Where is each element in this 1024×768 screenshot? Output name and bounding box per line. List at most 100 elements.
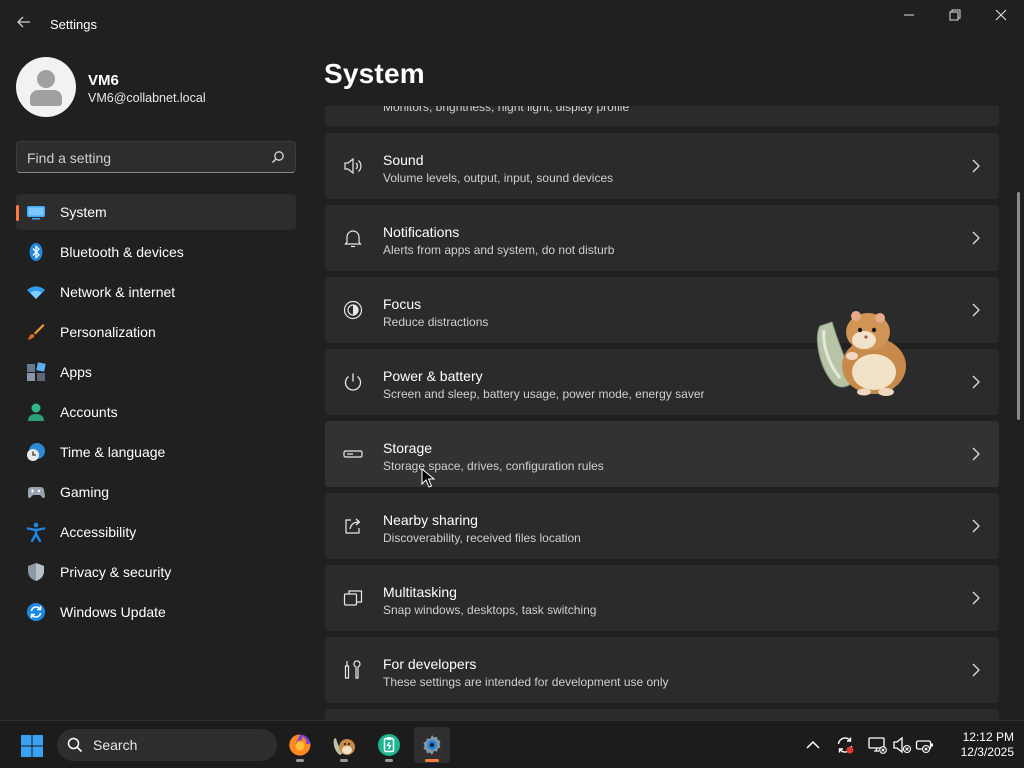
share-icon	[345, 518, 361, 534]
sidebar-item-gaming[interactable]: Gaming	[16, 474, 296, 510]
sidebar-item-label: Windows Update	[60, 604, 166, 620]
card-subtitle: Storage space, drives, configuration rul…	[383, 459, 604, 473]
card-subtitle: Monitors, brightness, night light, displ…	[383, 106, 630, 114]
storage-icon	[343, 450, 363, 458]
card-title: Power & battery	[383, 368, 483, 384]
taskbar-search-label: Search	[93, 737, 138, 753]
brush-icon	[28, 324, 45, 340]
card-subtitle: These settings are intended for developm…	[383, 675, 669, 689]
time-language-icon	[27, 443, 45, 461]
windows-start-icon[interactable]	[20, 734, 44, 758]
sidebar-item-apps[interactable]: Apps	[16, 354, 296, 390]
settings-card-nearby-sharing[interactable]: Nearby sharing Discoverability, received…	[325, 493, 999, 559]
settings-card-notifications[interactable]: Notifications Alerts from apps and syste…	[325, 205, 999, 271]
settings-card-for-developers[interactable]: For developers These settings are intend…	[325, 637, 999, 703]
back-arrow-icon[interactable]	[14, 14, 34, 34]
title-bar: Settings	[0, 0, 1024, 48]
firefox-icon	[289, 734, 311, 756]
sidebar-item-label: Privacy & security	[60, 564, 172, 580]
card-title: Notifications	[383, 224, 460, 240]
sidebar-item-accessibility[interactable]: Accessibility	[16, 514, 296, 550]
sidebar-item-time-language[interactable]: Time & language	[16, 434, 296, 470]
network-disconnected-icon[interactable]	[867, 735, 887, 755]
taskbar-app-clipboard[interactable]	[371, 727, 407, 763]
sidebar-item-label: Bluetooth & devices	[60, 244, 184, 260]
sidebar-item-network[interactable]: Network & internet	[16, 274, 296, 310]
card-title: Sound	[383, 152, 424, 168]
chevron-right-icon	[972, 159, 980, 173]
clock-time: 12:12 PM	[962, 730, 1014, 744]
bell-icon	[344, 230, 362, 248]
sidebar-item-label: Network & internet	[60, 284, 176, 300]
sidebar-item-label: Time & language	[60, 444, 166, 460]
active-indicator	[16, 205, 19, 221]
settings-card-list: Monitors, brightness, night light, displ…	[325, 106, 999, 720]
avatar-body	[30, 90, 62, 106]
taskbar: Search 12:12 PM 12/3/2025	[0, 720, 1024, 768]
account-icon	[28, 403, 44, 421]
developer-tools-icon	[344, 660, 361, 679]
chevron-right-icon	[972, 663, 980, 677]
user-email: VM6@collabnet.local	[88, 91, 206, 105]
settings-search-input[interactable]: Find a setting	[16, 141, 296, 173]
minimize-icon[interactable]	[886, 4, 932, 28]
chevron-right-icon	[972, 591, 980, 605]
update-icon	[27, 603, 45, 621]
close-icon[interactable]	[978, 4, 1024, 28]
restore-icon[interactable]	[932, 4, 978, 28]
volume-muted-icon[interactable]	[892, 735, 912, 755]
sidebar-item-windows-update[interactable]: Windows Update	[16, 594, 296, 630]
sync-icon[interactable]	[835, 735, 855, 755]
card-subtitle: Volume levels, output, input, sound devi…	[383, 171, 614, 185]
search-icon	[67, 737, 83, 753]
taskbar-app-firefox[interactable]	[282, 727, 318, 763]
card-subtitle: Reduce distractions	[383, 315, 489, 329]
running-indicator	[296, 759, 304, 762]
chevron-right-icon	[972, 519, 980, 533]
accessibility-icon	[26, 522, 46, 542]
sidebar-item-bluetooth[interactable]: Bluetooth & devices	[16, 234, 296, 270]
settings-card-next[interactable]	[325, 709, 999, 720]
card-subtitle: Discoverability, received files location	[383, 531, 581, 545]
chevron-right-icon	[972, 303, 980, 317]
taskbar-app-hamster[interactable]	[326, 727, 362, 763]
taskbar-clock[interactable]: 12:12 PM 12/3/2025	[944, 730, 1014, 760]
card-subtitle: Screen and sleep, battery usage, power m…	[383, 387, 705, 401]
clipboard-app-icon	[378, 734, 400, 756]
scrollbar-thumb[interactable]	[1017, 192, 1020, 420]
sidebar-item-label: Personalization	[60, 324, 156, 340]
shield-icon	[28, 563, 44, 581]
card-title: For developers	[383, 656, 477, 672]
system-icon	[27, 206, 45, 220]
sidebar-item-label: Apps	[60, 364, 92, 380]
gamepad-icon	[28, 487, 45, 499]
chevron-right-icon	[972, 231, 980, 245]
mouse-cursor-icon	[421, 468, 435, 488]
hamster-pet-image[interactable]	[812, 306, 918, 398]
active-app-indicator	[425, 759, 439, 762]
avatar[interactable]	[16, 57, 76, 117]
settings-card-multitasking[interactable]: Multitasking Snap windows, desktops, tas…	[325, 565, 999, 631]
page-title: System	[324, 58, 425, 89]
taskbar-search-box[interactable]: Search	[57, 729, 277, 761]
sidebar-item-system[interactable]: System	[16, 194, 296, 230]
sidebar-item-label: Accessibility	[60, 524, 137, 540]
power-icon	[344, 373, 362, 391]
settings-card-sound[interactable]: Sound Volume levels, output, input, soun…	[325, 133, 999, 199]
chevron-up-icon[interactable]	[803, 735, 823, 755]
sidebar-item-privacy[interactable]: Privacy & security	[16, 554, 296, 590]
card-title: Focus	[383, 296, 422, 312]
clock-date: 12/3/2025	[960, 745, 1014, 759]
sidebar-item-label: Accounts	[60, 404, 118, 420]
settings-card-display[interactable]: Monitors, brightness, night light, displ…	[325, 106, 999, 126]
battery-icon[interactable]	[915, 735, 935, 755]
taskbar-app-settings[interactable]	[414, 727, 450, 763]
avatar-head	[37, 70, 55, 88]
hamster-app-icon	[333, 738, 355, 755]
sidebar-nav: System Bluetooth & devices Network & int…	[16, 194, 296, 634]
settings-gear-icon	[423, 735, 441, 755]
sidebar-item-personalization[interactable]: Personalization	[16, 314, 296, 350]
card-title: Multitasking	[383, 584, 457, 600]
chevron-right-icon	[972, 447, 980, 461]
sidebar-item-accounts[interactable]: Accounts	[16, 394, 296, 430]
